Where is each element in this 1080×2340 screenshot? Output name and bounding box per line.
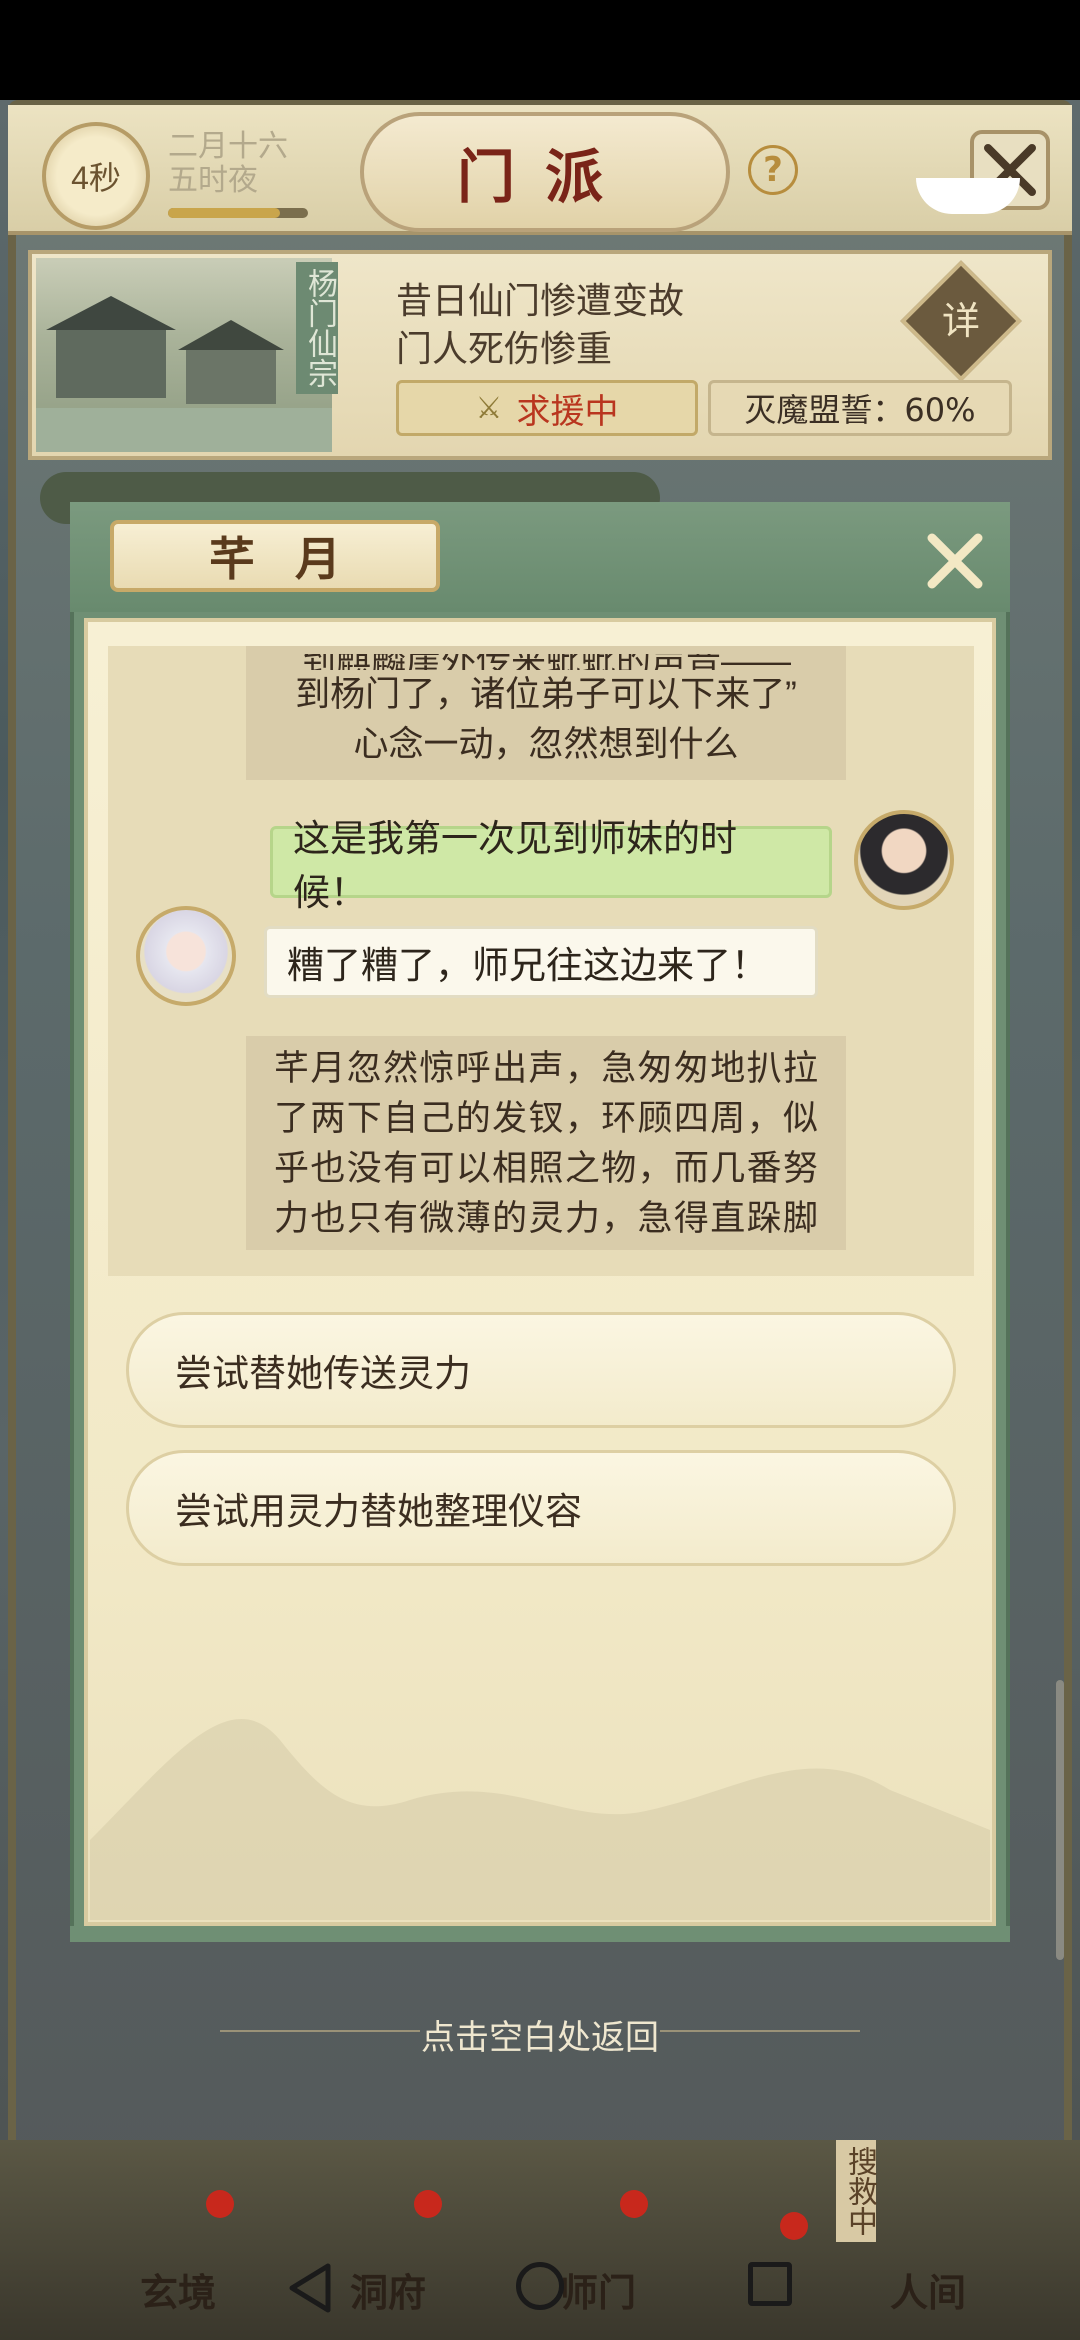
notification-dot	[620, 2190, 648, 2218]
ink-mountains-decoration	[90, 1620, 990, 1920]
notification-dot	[780, 2212, 808, 2240]
dialog-title: 芊月	[110, 520, 440, 592]
notification-dot	[414, 2190, 442, 2218]
narration-line: 了两下自己的发钗，环顾四周，似	[274, 1099, 818, 1138]
notification-dot	[206, 2190, 234, 2218]
search-rescue-badge: 搜救中	[836, 2140, 877, 2242]
narration-line: 芊月忽然惊呼出声，急匆匆地扒拉	[274, 1049, 818, 1088]
narration-line: 到杨门了，诸位弟子可以下来了”	[295, 675, 797, 714]
date-line-2: 五时夜	[168, 164, 258, 197]
detail-button-label: 详	[941, 299, 980, 343]
close-x-icon[interactable]	[920, 526, 990, 596]
status-bar	[0, 0, 1080, 100]
choice-send-spiritual-power[interactable]: 尝试替她传送灵力	[126, 1312, 956, 1428]
narration-line: 力也只有微薄的灵力，急得直跺脚	[274, 1199, 818, 1238]
choice-tidy-appearance[interactable]: 尝试用灵力替她整理仪容	[126, 1450, 956, 1566]
narration-line: 心念一动，忽然想到什么	[353, 725, 739, 764]
alliance-oath-progress: 灭魔盟誓：60%	[708, 380, 1012, 436]
player-avatar	[854, 810, 954, 910]
home-circle-icon[interactable]	[516, 2262, 564, 2310]
recent-apps-square-icon[interactable]	[748, 2262, 792, 2306]
sect-landscape-image	[36, 258, 332, 452]
tap-blank-to-return-hint[interactable]: 点击空白处返回	[0, 2010, 1080, 2059]
narration-line: 乎也没有可以相照之物，而几番努	[274, 1149, 818, 1188]
timer-badge: 4秒	[42, 122, 150, 230]
rescue-status-label: 求援中	[516, 391, 619, 432]
date-line-1: 二月十六	[168, 130, 288, 163]
player-speech-bubble: 这是我第一次见到师妹的时候！	[270, 818, 832, 913]
narration-cut-line: 到麒麟崖外传来蚍蚍的声音——	[274, 654, 818, 670]
question-mark-icon[interactable]: ?	[748, 145, 798, 195]
sect-description-line-2: 门人死伤惨重	[396, 328, 613, 369]
crossed-swords-icon: ⚔	[475, 390, 503, 426]
time-progress-bar	[168, 208, 308, 218]
qianyue-avatar	[136, 906, 236, 1006]
scrollbar[interactable]	[1056, 1680, 1064, 1960]
narration-block: 芊月忽然惊呼出声，急匆匆地扒拉 了两下自己的发钗，环顾四周，似 乎也没有可以相照…	[246, 1036, 846, 1250]
narration-block: 到麒麟崖外传来蚍蚍的声音—— 到杨门了，诸位弟子可以下来了” 心念一动，忽然想到…	[246, 646, 846, 780]
page-title: 门派	[360, 112, 730, 232]
sect-name: 杨门仙宗	[296, 262, 338, 394]
back-triangle-icon[interactable]	[286, 2262, 334, 2314]
dialog-footer-bar	[70, 1926, 1010, 1942]
game-date: 二月十六 五时夜	[168, 130, 288, 198]
time-progress-fill	[168, 208, 280, 218]
npc-speech-bubble: 糟了糟了，师兄往这边来了！	[264, 926, 818, 998]
sect-description-line-1: 昔日仙门惨遭变故	[396, 280, 685, 321]
rescue-status-button[interactable]: ⚔ 求援中	[396, 380, 698, 436]
